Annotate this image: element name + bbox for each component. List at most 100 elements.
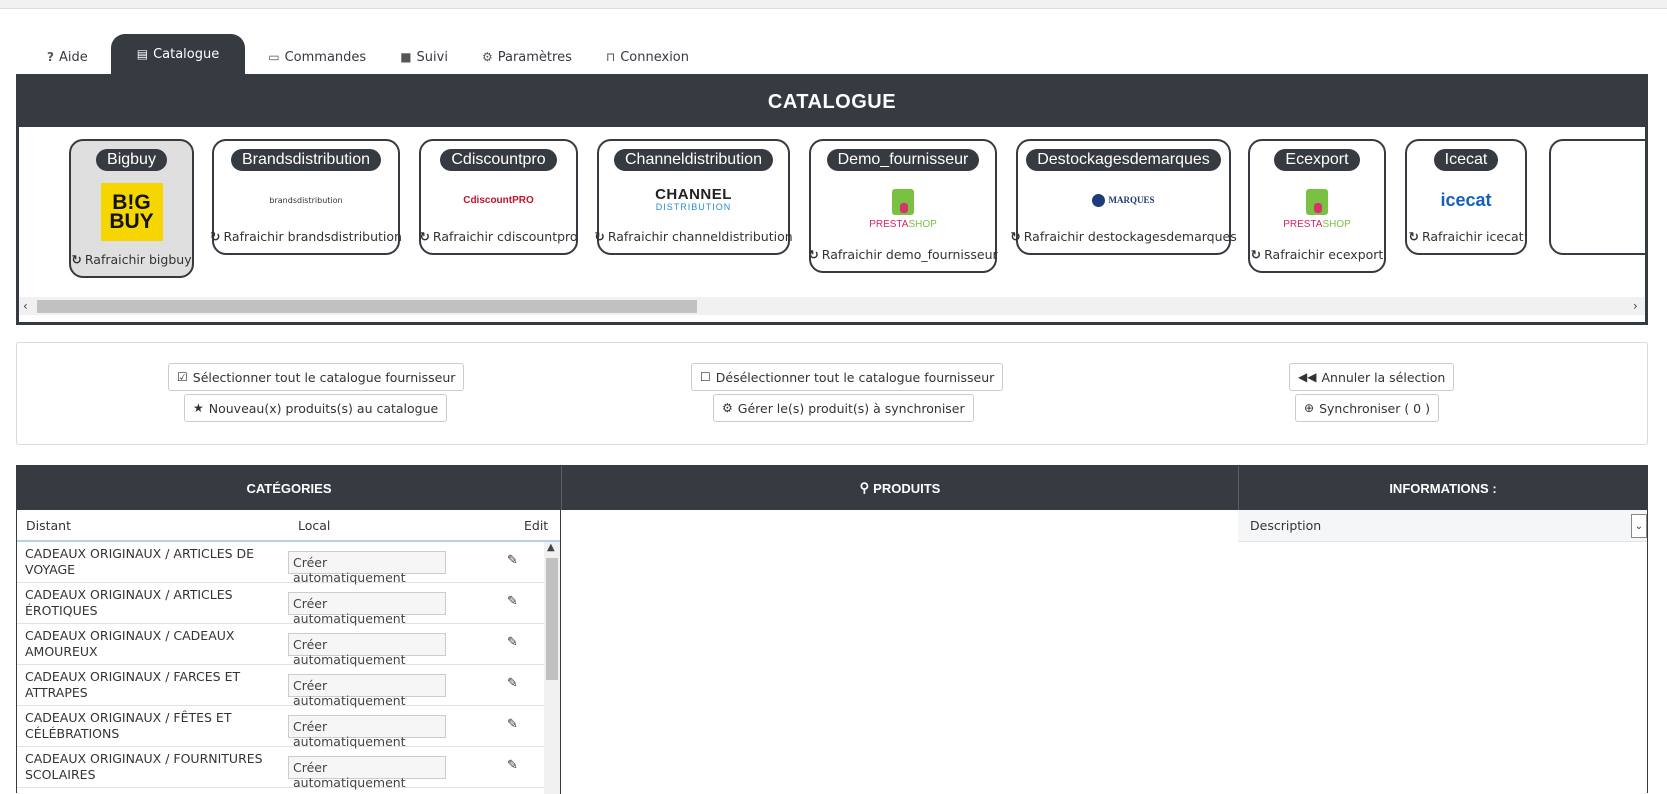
products-header: ⚲ PRODUITS	[561, 466, 1238, 510]
pencil-icon[interactable]: ✎	[507, 676, 518, 691]
gears-icon: ⚙	[722, 401, 733, 415]
tab-connexion[interactable]: ⊓ Connexion	[589, 40, 706, 74]
categories-header: CATÉGORIES	[246, 480, 332, 496]
scroll-thumb[interactable]	[37, 300, 697, 313]
distant-category: CADEAUX ORIGINAUX / CADEAUX AMOUREUX	[25, 628, 235, 659]
local-category-input[interactable]: Créer automatiquement	[288, 674, 446, 708]
refresh-label: Rafraichir brandsdistribution	[223, 229, 402, 244]
tab-label: Paramètres	[497, 49, 572, 65]
tab-aide[interactable]: ? Aide	[30, 40, 105, 74]
tab-commandes[interactable]: ▭ Commandes	[251, 40, 383, 74]
chevron-down-icon[interactable]: ⌄	[1631, 514, 1647, 538]
pencil-icon[interactable]: ✎	[507, 553, 518, 568]
synchronize-button[interactable]: ⊕ Synchroniser ( 0 )	[1295, 394, 1439, 422]
supplier-card-demo-fournisseur[interactable]: Demo_fournisseur PRESTASHOP ↻ Rafraichir …	[808, 139, 998, 273]
pencil-icon[interactable]: ✎	[507, 635, 518, 650]
col-distant: Distant	[26, 517, 71, 533]
brandsdistribution-logo: brandsdistribution	[269, 195, 343, 205]
search-icon: ⚲	[859, 480, 870, 495]
manage-sync-button[interactable]: ⚙ Gérer le(s) produit(s) à synchroniser	[713, 394, 974, 422]
supplier-card-cdiscountpro[interactable]: Cdiscountpro CdiscountPRO ↻ Rafraichir cd…	[419, 139, 578, 255]
information-select[interactable]: Description ⌄	[1238, 510, 1647, 542]
supplier-card-ecexport[interactable]: Ecexport PRESTASHOP ↻ Rafraichir ecexport	[1248, 139, 1386, 273]
supplier-name: Destockagesdemarques	[1026, 149, 1221, 171]
supplier-card-destockagesdemarques[interactable]: Destockagesdemarques MARQUES ↻ Rafraichir…	[1010, 139, 1237, 255]
new-products-button[interactable]: ★ Nouveau(x) produits(s) au catalogue	[184, 394, 448, 422]
tab-parametres[interactable]: ⚙ Paramètres	[465, 40, 589, 74]
vertical-scrollbar[interactable]: ▲	[544, 542, 560, 794]
prestashop-logo: PRESTASHOP	[811, 171, 995, 247]
scroll-right-icon[interactable]: ›	[1633, 297, 1638, 315]
refresh-icon: ↻	[1408, 229, 1419, 244]
supplier-card-icecat[interactable]: Icecat icecat ↻ Rafraichir icecat	[1405, 139, 1527, 255]
refresh-bigbuy-link[interactable]: ↻ Rafraichir bigbuy	[71, 252, 191, 267]
refresh-label: Rafraichir icecat	[1421, 229, 1524, 244]
tab-catalogue[interactable]: ▤ Catalogue	[110, 34, 246, 74]
horizontal-scrollbar[interactable]: ‹ ›	[19, 297, 1645, 315]
catalogue-panel: CATALOGUE Bigbuy B!G BUY ↻ Rafraichir big…	[16, 74, 1648, 325]
local-category-input[interactable]: Créer automatiquement	[288, 715, 446, 749]
checkbox-empty-icon: ☐	[700, 370, 711, 384]
supplier-card-brandsdistribution[interactable]: Brandsdistribution brandsdistribution ↻ R…	[210, 139, 402, 255]
catalog-grid: CATÉGORIES ⚲ PRODUITS INFORMATIONS : Dist…	[16, 465, 1648, 794]
fast-backward-icon: ◀◀	[1298, 370, 1317, 384]
col-local: Local	[298, 517, 331, 533]
gears-icon: ⚙	[481, 50, 493, 64]
distant-category: CADEAUX ORIGINAUX / ARTICLES ÉROTIQUES	[25, 587, 233, 618]
truck-icon: ■	[400, 50, 412, 64]
distant-category: CADEAUX ORIGINAUX / FOURNITURES SCOLAIRE…	[25, 751, 263, 782]
prestashop-logo: PRESTASHOP	[1250, 171, 1384, 247]
pencil-icon[interactable]: ✎	[507, 758, 518, 773]
unlock-icon: ⊓	[605, 50, 616, 64]
supplier-card-channeldistribution[interactable]: Channeldistribution CHANNEL DISTRIBUTION…	[594, 139, 793, 255]
deselect-all-button[interactable]: ☐ Désélectionner tout le catalogue fourni…	[691, 363, 1004, 391]
button-label: Gérer le(s) produit(s) à synchroniser	[737, 400, 965, 416]
supplier-name: Bigbuy	[96, 149, 167, 171]
supplier-name: Channeldistribution	[614, 149, 773, 171]
local-category-input[interactable]: Créer automatiquement	[288, 756, 446, 790]
table-row: CADEAUX ORIGINAUX / ARTICLES ÉROTIQUES Cr…	[17, 583, 544, 626]
cancel-selection-button[interactable]: ◀◀ Annuler la sélection	[1289, 363, 1455, 391]
tab-label: Suivi	[416, 49, 448, 65]
actions-panel: ☑ Sélectionner tout le catalogue fourniss…	[16, 342, 1648, 445]
local-category-input[interactable]: Créer automatiquement	[288, 551, 446, 585]
col-edit: Edit	[524, 517, 549, 533]
refresh-destockagesdemarques-link[interactable]: ↻ Rafraichir destockagesdemarques	[1010, 229, 1236, 244]
supplier-name: Ecexport	[1274, 149, 1360, 171]
products-header-label: PRODUITS	[873, 480, 941, 496]
refresh-icon: ↻	[594, 229, 605, 244]
local-category-input[interactable]: Créer automatiquement	[288, 592, 446, 626]
refresh-brandsdistribution-link[interactable]: ↻ Rafraichir brandsdistribution	[210, 229, 402, 244]
select-all-button[interactable]: ☑ Sélectionner tout le catalogue fourniss…	[168, 363, 465, 391]
supplier-card-partial[interactable]	[1549, 139, 1645, 255]
catalogue-title: CATALOGUE	[19, 77, 1645, 127]
button-label: Sélectionner tout le catalogue fournisse…	[192, 369, 456, 385]
distant-category: CADEAUX ORIGINAUX / FARCES ET ATTRAPES	[25, 669, 241, 700]
refresh-ecexport-link[interactable]: ↻ Rafraichir ecexport	[1251, 247, 1384, 262]
scroll-left-icon[interactable]: ‹	[23, 297, 28, 315]
cdiscountpro-logo: CdiscountPRO	[463, 194, 534, 206]
supplier-name: Demo_fournisseur	[826, 149, 980, 171]
supplier-name: Cdiscountpro	[440, 149, 557, 171]
refresh-icecat-link[interactable]: ↻ Rafraichir icecat	[1408, 229, 1523, 244]
refresh-channeldistribution-link[interactable]: ↻ Rafraichir channeldistribution	[594, 229, 792, 244]
categories-column: Distant Local Edit CADEAUX ORIGINAUX / A…	[17, 510, 561, 794]
top-bar	[0, 0, 1667, 9]
tab-label: Connexion	[620, 49, 689, 65]
pencil-icon[interactable]: ✎	[507, 717, 518, 732]
checkbox-checked-icon: ☑	[177, 370, 188, 384]
categories-subheader: Distant Local Edit	[17, 510, 560, 542]
refresh-cdiscountpro-link[interactable]: ↻ Rafraichir cdiscountpro	[419, 229, 577, 244]
local-category-input[interactable]: Créer automatiquement	[288, 633, 446, 667]
pencil-icon[interactable]: ✎	[507, 594, 518, 609]
destockages-logo: MARQUES	[1018, 171, 1229, 229]
refresh-demo-fournisseur-link[interactable]: ↻ Rafraichir demo_fournisseur	[808, 247, 997, 262]
tab-suivi[interactable]: ■ Suivi	[383, 40, 465, 74]
supplier-name: Icecat	[1433, 149, 1499, 171]
table-row: CADEAUX ORIGINAUX / FOURNITURES SCOLAIRE…	[17, 747, 544, 790]
credit-card-icon: ▭	[268, 50, 280, 64]
main-tabs: ? Aide ▤ Catalogue ▭ Commandes ■ Suivi ⚙ Para…	[30, 34, 706, 74]
scroll-thumb[interactable]	[546, 558, 558, 680]
scroll-up-icon[interactable]: ▲	[547, 542, 555, 553]
supplier-card-bigbuy[interactable]: Bigbuy B!G BUY ↻ Rafraichir bigbuy	[69, 139, 194, 278]
